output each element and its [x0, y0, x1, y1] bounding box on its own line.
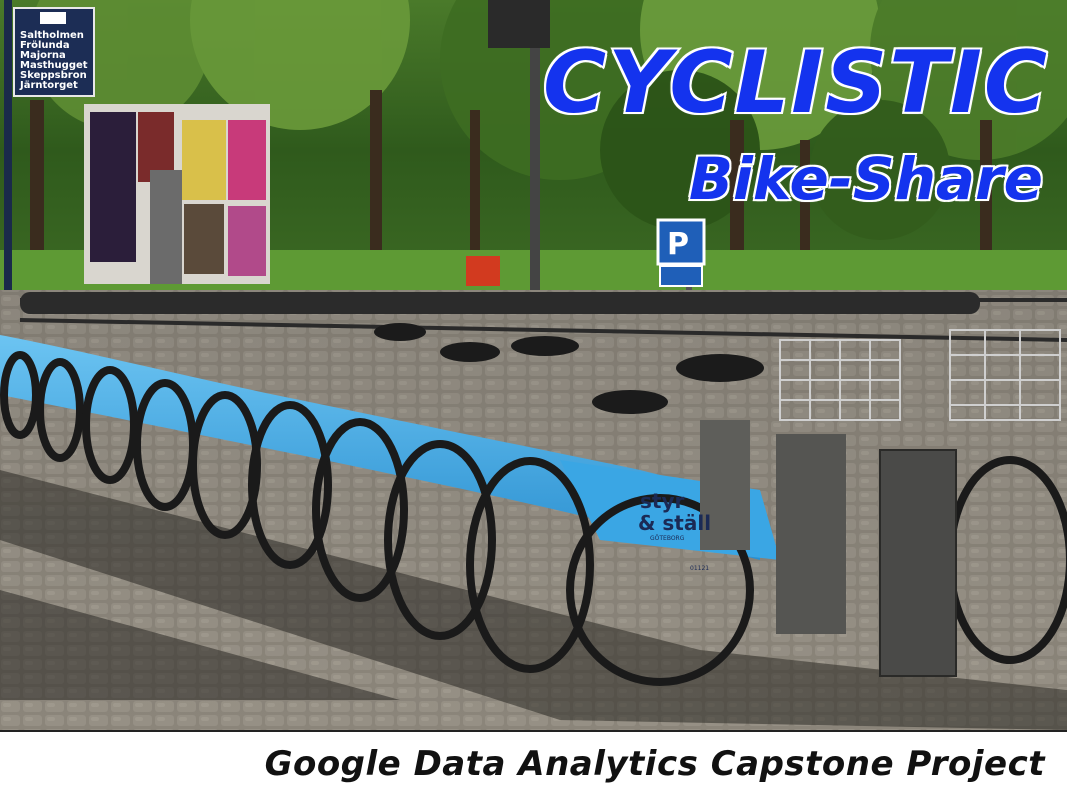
title-subtitle: Bike-Share	[687, 145, 1044, 213]
caption-text: Google Data Analytics Capstone Project	[264, 744, 1045, 784]
brand-line-1: styr	[640, 489, 685, 513]
title-main: CYCLISTIC	[541, 33, 1049, 133]
caption-bar: Google Data Analytics Capstone Project	[0, 730, 1067, 800]
brand-city: GÖTEBORG	[650, 535, 685, 542]
poster-image: Saltholmen Frölunda Majorna Masthugget S…	[0, 0, 1067, 800]
pole-sign	[488, 0, 550, 48]
brand-line-2: & ställ	[638, 511, 711, 535]
red-sign	[466, 256, 500, 286]
bike-serial: 01121	[690, 565, 709, 572]
parking-sign-letter: P	[667, 227, 689, 262]
bike-handlebars	[20, 292, 980, 314]
sign-line-6: Järntorget	[19, 80, 78, 91]
advertising-kiosk	[84, 104, 270, 284]
parking-sign: P	[656, 218, 706, 290]
